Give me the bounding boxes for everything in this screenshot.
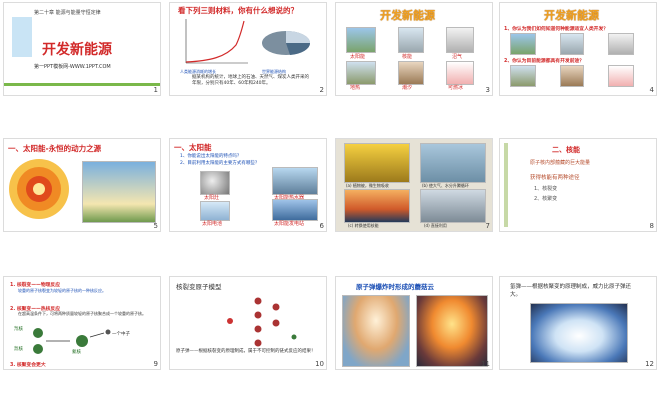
slide-heading: 看下列三则材料，你有什么想说的？ (178, 6, 298, 15)
caption-solar-cooker: 太阳灶 (204, 195, 220, 201)
slide-number: 1 (153, 86, 158, 94)
slide-thumbnail-3[interactable]: 开发新能源 太阳能 核能 沼气 地热 潮汐 可燃冰 3 (336, 3, 492, 95)
combustible-ice-image (608, 65, 634, 87)
slide-number: 5 (153, 222, 158, 230)
slide-body-text: 据某机构的统计，地球上的石油、天然气、煤炭人类开采的年限，分别只有40年、60年… (192, 75, 309, 86)
combustible-ice-image (446, 61, 474, 85)
slide-thumbnail-1[interactable]: 第二十章 能源与能量守恒定律 开发新能源 第一PPT模板网-WWW.1PPT.C… (4, 3, 160, 95)
sunset-sea-image (344, 189, 410, 223)
caption-solar-cell: 太阳电池 (202, 221, 223, 227)
slide-number: 6 (319, 222, 324, 230)
caption-nuclear: 核能 (402, 54, 413, 60)
decorative-panel (12, 17, 32, 57)
point-3-title: 3. 核聚变会更大 (10, 363, 46, 368)
slide-thumbnail-8[interactable]: 二、核能 原子核内部蕴藏的巨大能量 获得核能有两种途径 1、核裂变 2、核聚变 … (500, 139, 656, 231)
point-1-body: 较重的原子核裂变为较轻的原子核的一种核反应。 (18, 288, 106, 293)
core-line-3: 1、核裂变 (534, 186, 558, 192)
core-line-2: 获得核能有两种途径 (530, 175, 580, 181)
tidal-image (560, 65, 584, 87)
slide-number: 12 (645, 360, 654, 368)
question-2: 2、目前利用太阳能的主要方式有哪些？ (180, 161, 260, 166)
solar-cooker-image (200, 171, 230, 195)
earth-sunlight-image (82, 161, 156, 223)
slide-number: 4 (649, 86, 654, 94)
label-helium: 氦核 (72, 350, 81, 355)
slide-thumbnail-7[interactable]: (a) 植物被，微生物吸收 (b) 使大气、水分升腾循环 (c) 转换使用核能 … (336, 139, 492, 231)
geothermal-image (510, 65, 536, 87)
slide-number: 7 (485, 222, 490, 230)
mushroom-cloud-image-1 (342, 295, 410, 367)
tidal-image (398, 61, 424, 85)
energy-structure-pie-chart (262, 31, 311, 55)
point-2-body: 在超高温条件下，可将两种质量较轻的原子核聚合成一个较重的原子核。 (18, 311, 146, 316)
slide-title: 核裂变原子模型 (176, 283, 222, 291)
slide-heading: 一、太阳能 (174, 143, 212, 152)
nuclear-plant-image (398, 27, 424, 53)
core-line-1: 原子核内部蕴藏的巨大能量 (530, 160, 591, 166)
hydrogen-bomb-image (530, 303, 628, 363)
slide-number: 9 (153, 360, 158, 368)
caption-biogas: 沼气 (452, 54, 463, 60)
sun-structure-diagram (9, 159, 69, 219)
slide-thumbnail-10[interactable]: 核裂变原子模型 原子弹——根据核裂变的原理制成，属于不可控制的链式反应的结果！ … (170, 277, 326, 369)
biogas-image (608, 33, 634, 55)
slide-thumbnail-5[interactable]: 一、太阳能-永恒的动力之源 5 (4, 139, 160, 231)
caption-tidal: 潮汐 (402, 85, 413, 91)
slide-title: 原子弹爆炸时形成的蘑菇云 (356, 283, 434, 291)
slide-thumbnail-9[interactable]: 1. 核裂变——物理反应 较重的原子核裂变为较轻的原子核的一种核反应。 2. 核… (4, 277, 160, 369)
green-bar (4, 83, 160, 86)
slide-number: 8 (649, 222, 654, 230)
caption-solar: 太阳能 (350, 54, 366, 60)
mushroom-cloud-image-2 (416, 295, 488, 367)
slide-footer: 第一PPT模板网-WWW.1PPT.COM (34, 64, 111, 70)
solar-heater-roof-image (420, 189, 486, 223)
label-neutron: 一个中子 (112, 332, 130, 337)
solar-image (346, 27, 376, 53)
slide-body-text: 氢弹——根据核聚变的原理制成，威力比原子弹还大。 (510, 284, 632, 298)
slide-title: 开发新能源 (380, 9, 435, 22)
solar-power-station-image (272, 199, 318, 221)
core-line-4: 2、核聚变 (534, 196, 558, 202)
fission-chain-diagram (227, 297, 297, 347)
label-tritium: 氚核 (14, 347, 23, 352)
question-2: 2、你认为目前能源都具有开发前途？ (504, 59, 585, 64)
slide-thumbnail-11[interactable]: 原子弹爆炸时形成的蘑菇云 11 (336, 277, 492, 369)
slide-body-text: 原子弹——根据核裂变的原理制成，属于不可控制的链式反应的结果！ (176, 349, 316, 354)
solar-water-heater-image (272, 167, 318, 195)
caption-d: (d) 直接利用 (424, 223, 447, 228)
slide-number: 11 (481, 360, 490, 368)
clouds-landscape-image (420, 143, 486, 183)
slide-heading: 一、太阳能-永恒的动力之源 (8, 144, 102, 153)
slide-number: 10 (315, 360, 324, 368)
caption-solar-power-station: 太阳能发电站 (274, 221, 305, 227)
decorative-vine (504, 143, 508, 227)
slide-thumbnail-12[interactable]: 氢弹——根据核聚变的原理制成，威力比原子弹还大。 12 (500, 277, 656, 369)
slide-heading: 二、核能 (552, 146, 580, 154)
slide-thumbnail-4[interactable]: 开发新能源 1、你认为我们如何知道何种能源适宜人类开发？ 2、你认为目前能源都具… (500, 3, 656, 95)
geothermal-image (346, 61, 376, 85)
nuclear-plant-image (560, 33, 584, 55)
question-1: 1、你认为我们如何知道何种能源适宜人类开发？ (504, 27, 609, 32)
energy-growth-chart (185, 19, 248, 64)
slide-sorter-grid: 第二十章 能源与能量守恒定律 开发新能源 第一PPT模板网-WWW.1PPT.C… (4, 0, 656, 407)
sunflower-field-image (344, 143, 410, 183)
slide-subtitle: 第二十章 能源与能量守恒定律 (34, 10, 101, 16)
label-deuterium: 氘核 (14, 327, 23, 332)
slide-number: 2 (319, 86, 324, 94)
caption-combustible-ice: 可燃冰 (448, 85, 464, 91)
question-1: 1、你能说出太阳能的特点吗？ (180, 154, 242, 159)
caption-geothermal: 地热 (350, 85, 361, 91)
slide-thumbnail-2[interactable]: 看下列三则材料，你有什么想说的？ 人类能源消耗的增长 世界能源结构 据某机构的统… (170, 3, 326, 95)
slide-number: 3 (485, 86, 490, 94)
point-1-title: 1. 核裂变——物理反应 (10, 283, 61, 288)
caption-c: (c) 转换使用核能 (348, 223, 379, 228)
solar-image (510, 33, 536, 55)
slide-thumbnail-6[interactable]: 一、太阳能 1、你能说出太阳能的特点吗？ 2、目前利用太阳能的主要方式有哪些？ … (170, 139, 326, 231)
slide-title: 开发新能源 (42, 42, 112, 58)
solar-cell-image (200, 201, 230, 221)
biogas-image (446, 27, 474, 53)
slide-title: 开发新能源 (544, 9, 599, 22)
